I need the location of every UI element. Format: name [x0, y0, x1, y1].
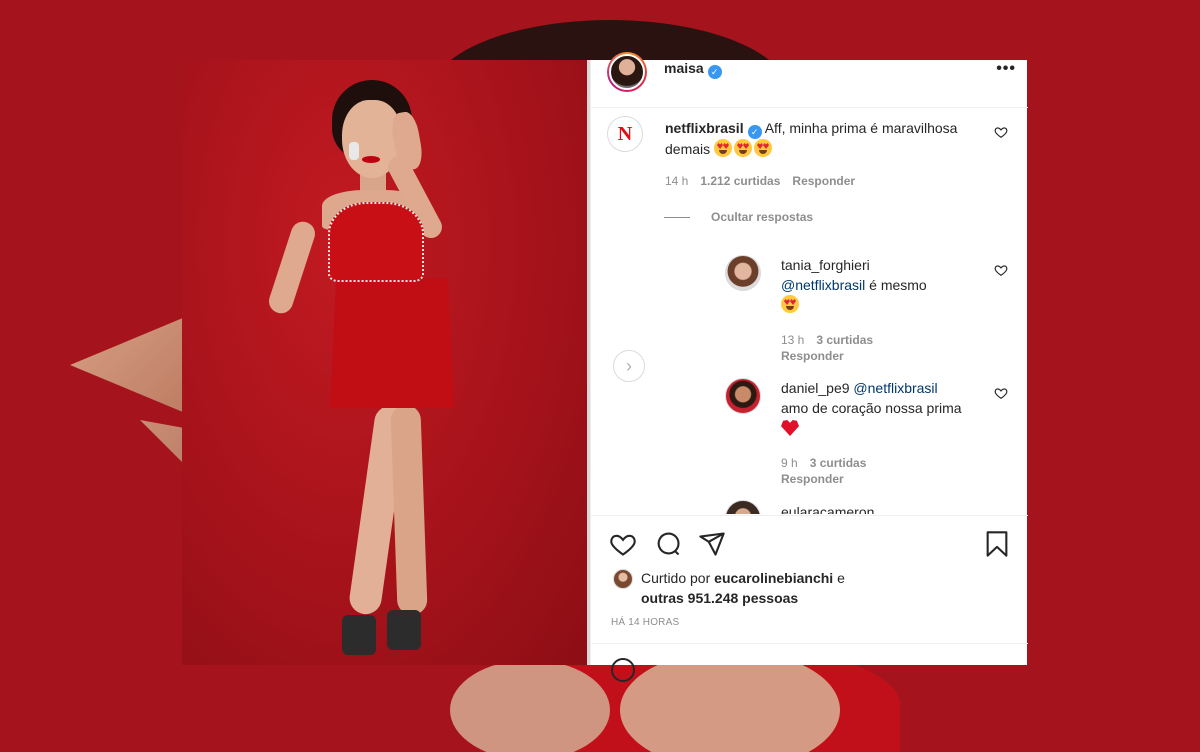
- heart-eyes-emoji-icon: [754, 139, 773, 157]
- reply-time[interactable]: 9 h: [781, 456, 798, 470]
- comments-list[interactable]: N netflixbrasil ✓ Aff, minha prima é mara…: [591, 108, 1028, 514]
- emoji-picker-icon[interactable]: [611, 658, 635, 682]
- heart-eyes-emoji-icon: [714, 139, 733, 157]
- share-icon[interactable]: [698, 530, 726, 558]
- add-comment-bar[interactable]: [591, 643, 1028, 682]
- comment-username[interactable]: netflixbrasil: [665, 120, 744, 136]
- commenter-avatar[interactable]: N: [607, 116, 643, 152]
- reply-username[interactable]: tania_forghieri: [781, 257, 870, 273]
- reply-time[interactable]: 13 h: [781, 333, 804, 347]
- figure-part: [265, 218, 319, 317]
- reply-username[interactable]: eularacameron: [781, 504, 874, 514]
- comment-likes[interactable]: 1.212 curtidas: [700, 174, 780, 188]
- comment-body: netflixbrasil ✓ Aff, minha prima é maravi…: [665, 118, 965, 159]
- author-username[interactable]: maisa ✓: [664, 60, 722, 79]
- figure-part: [328, 202, 424, 282]
- red-heart-emoji-icon: [781, 420, 799, 436]
- verified-icon: ✓: [707, 65, 722, 79]
- like-comment-heart-icon[interactable]: [994, 263, 1008, 277]
- likes-prefix: Curtido por: [641, 570, 711, 586]
- heart-eyes-emoji-icon: [781, 295, 799, 313]
- reply-button[interactable]: Responder: [781, 349, 844, 363]
- figure-part: [387, 610, 421, 650]
- commenter-avatar[interactable]: [725, 255, 761, 291]
- heart-eyes-emoji-icon: [734, 139, 753, 157]
- verified-icon: ✓: [747, 125, 762, 139]
- like-comment-heart-icon[interactable]: [994, 386, 1008, 400]
- author-avatar[interactable]: [607, 52, 647, 92]
- likes-others-link[interactable]: outras 951.248 pessoas: [641, 590, 798, 606]
- post-header: maisa ✓ •••: [591, 52, 1028, 108]
- commenter-avatar[interactable]: [725, 378, 761, 414]
- liker-username[interactable]: eucarolinebianchi: [714, 570, 833, 586]
- reply-body: daniel_pe9 @netflixbrasil amo de coração…: [781, 378, 981, 438]
- instagram-post: maisa ✓ ••• N netflixbrasil ✓ Aff, minha p…: [182, 52, 1028, 682]
- reply-text: amo de coração nossa prima: [781, 400, 962, 416]
- post-timestamp[interactable]: HÁ 14 HORAS: [611, 617, 679, 628]
- reply-body: eularacameron: [781, 502, 981, 514]
- comment-meta: 14 h 1.212 curtidas Responder: [665, 174, 855, 188]
- reply-meta: 9 h 3 curtidas Responder: [781, 455, 981, 487]
- reply-button[interactable]: Responder: [781, 472, 844, 486]
- figure-part: [362, 156, 380, 163]
- reply-likes[interactable]: 3 curtidas: [816, 333, 873, 347]
- hide-replies-button[interactable]: Ocultar respostas: [711, 210, 813, 224]
- reply-mention[interactable]: @netflixbrasil: [853, 380, 937, 396]
- more-icon[interactable]: •••: [996, 60, 1016, 78]
- author-name-text[interactable]: maisa: [664, 60, 704, 76]
- reply-body: tania_forghieri @netflixbrasil é mesmo: [781, 255, 981, 315]
- figure-part: [349, 142, 359, 160]
- reply-text: é mesmo: [869, 277, 927, 293]
- reply-button[interactable]: Responder: [792, 174, 855, 188]
- figure-part: [342, 615, 376, 655]
- comment-time[interactable]: 14 h: [665, 174, 688, 188]
- likes-summary: Curtido por eucarolinebianchi e outras 9…: [641, 568, 845, 608]
- figure-part: [390, 404, 428, 616]
- commenter-avatar[interactable]: [725, 500, 761, 514]
- reply-mention[interactable]: @netflixbrasil: [781, 277, 865, 293]
- post-actions: Curtido por eucarolinebianchi e outras 9…: [591, 515, 1028, 682]
- reply-meta: 13 h 3 curtidas Responder: [781, 332, 981, 364]
- next-arrow-icon[interactable]: ›: [613, 350, 645, 382]
- post-side-panel: maisa ✓ ••• N netflixbrasil ✓ Aff, minha p…: [590, 52, 1028, 682]
- comment-icon[interactable]: [654, 530, 682, 558]
- figure-part: [330, 278, 454, 408]
- bookmark-icon[interactable]: [983, 530, 1011, 558]
- reply-likes[interactable]: 3 curtidas: [810, 456, 867, 470]
- likes-connector: e: [837, 570, 845, 586]
- post-photo[interactable]: [182, 60, 587, 665]
- like-comment-heart-icon[interactable]: [994, 125, 1008, 139]
- heart-icon[interactable]: [609, 530, 637, 558]
- liker-avatar[interactable]: [613, 569, 633, 589]
- replies-divider-line: [664, 217, 690, 218]
- reply-username[interactable]: daniel_pe9: [781, 380, 850, 396]
- background-shape: [450, 660, 610, 752]
